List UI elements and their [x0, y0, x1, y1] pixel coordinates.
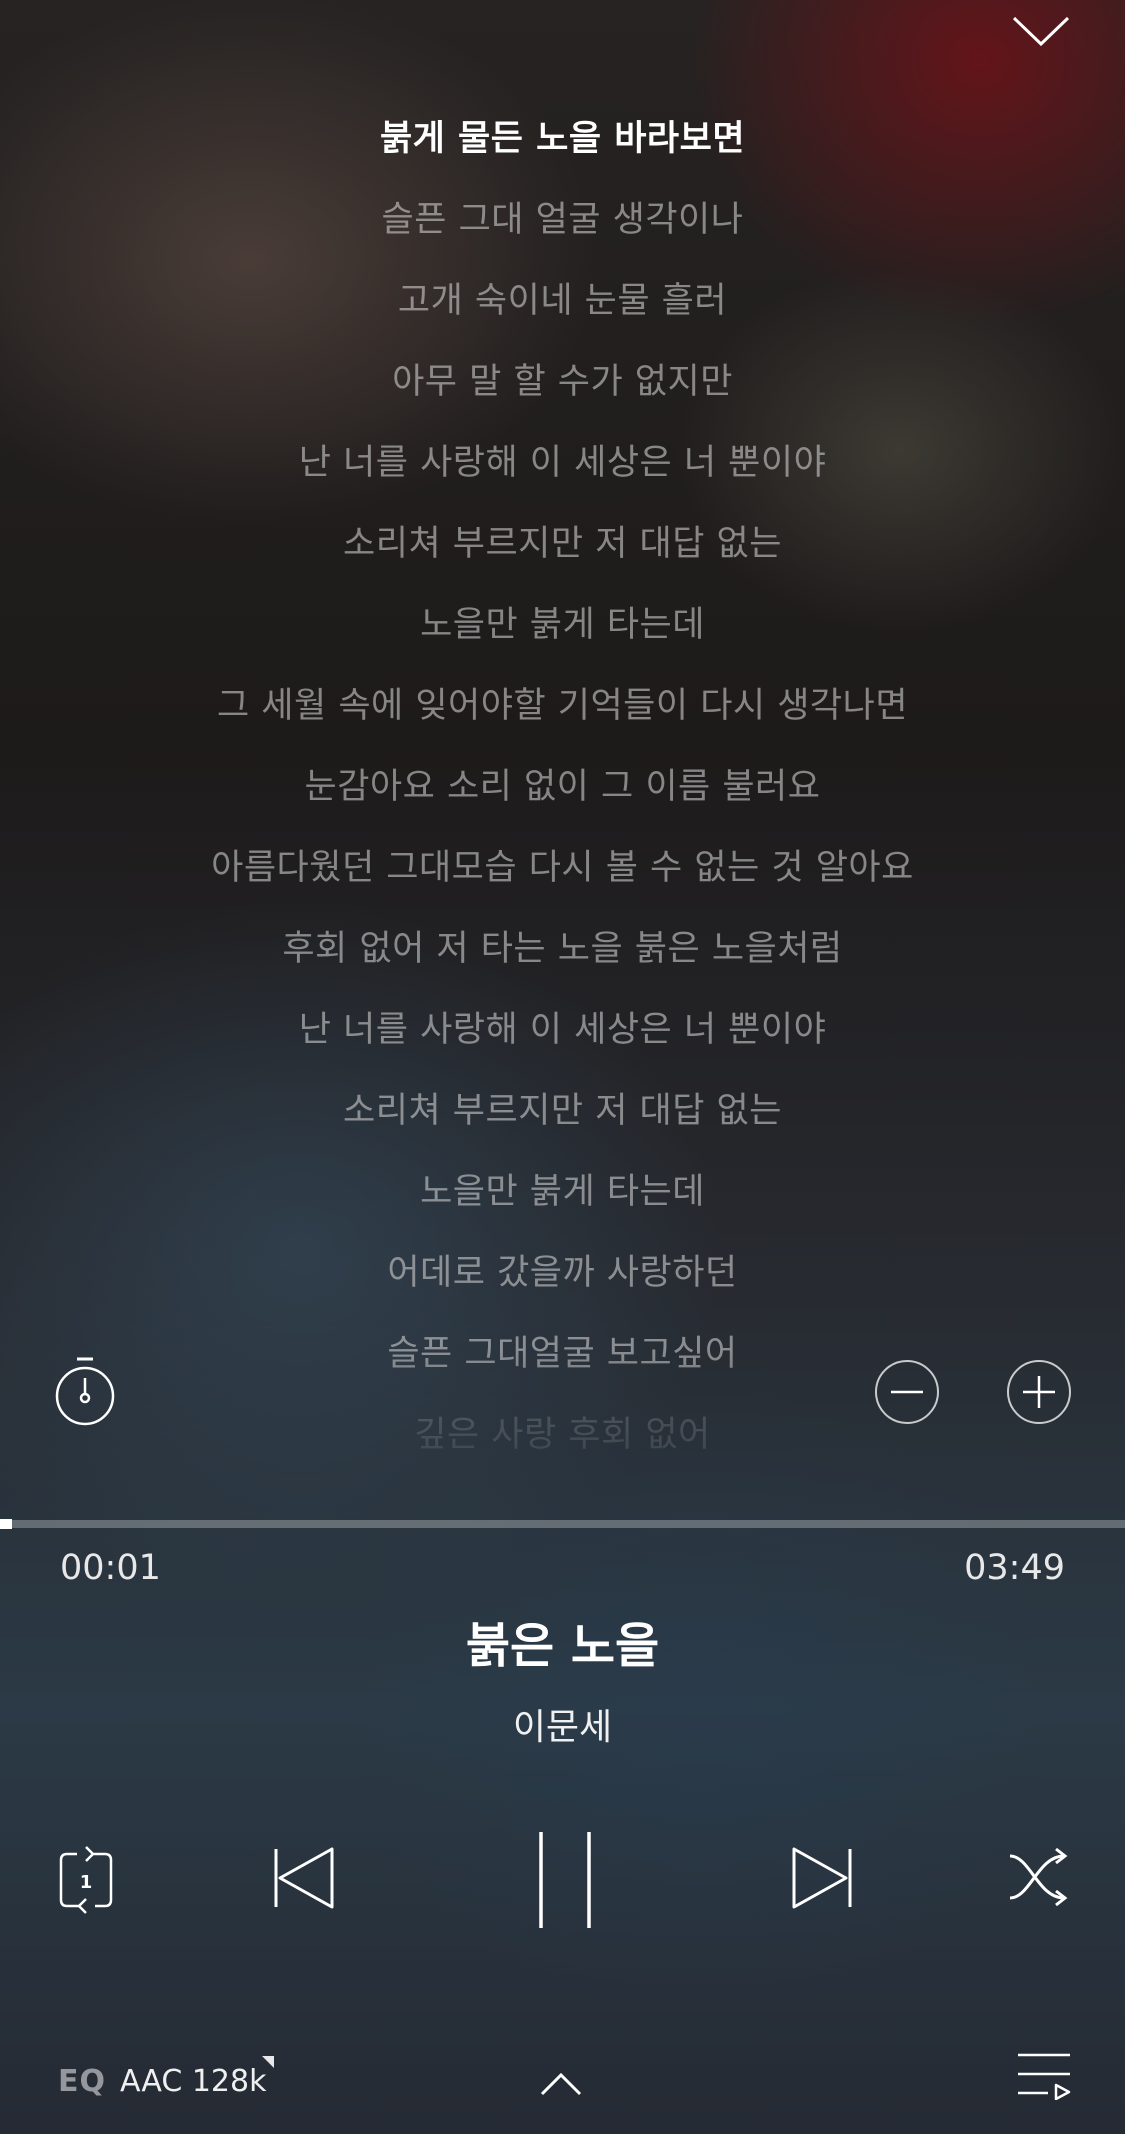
- playlist-icon: [1018, 2053, 1071, 2100]
- chevron-down-icon: [1012, 16, 1070, 47]
- shuffle-icon: [1009, 1847, 1068, 1907]
- collapse-button[interactable]: [1008, 8, 1074, 52]
- lyric-line[interactable]: 노을만 붉게 타는데: [0, 1163, 1125, 1214]
- shuffle-button[interactable]: [1008, 1846, 1070, 1908]
- lyric-line[interactable]: 후회 없어 저 타는 노을 붉은 노을처럼: [0, 920, 1125, 971]
- lyric-line[interactable]: 소리쳐 부르지만 저 대답 없는: [0, 515, 1125, 566]
- plus-circle-icon: [1007, 1360, 1071, 1424]
- skip-next-icon: [792, 1847, 852, 1909]
- progress-thumb[interactable]: [0, 1519, 12, 1529]
- lyric-line[interactable]: 소리쳐 부르지만 저 대답 없는: [0, 1082, 1125, 1133]
- lyrics-view[interactable]: 붉게 물든 노을 바라보면 슬픈 그대 얼굴 생각이나 고개 숙이네 눈물 흘러…: [0, 100, 1125, 1520]
- lyric-line[interactable]: 그 세월 속에 잊어야할 기억들이 다시 생각나면: [0, 677, 1125, 728]
- skip-previous-icon: [274, 1847, 334, 1909]
- lyric-line[interactable]: 깊은 사랑 후회 없어: [0, 1406, 1125, 1457]
- font-size-increase-button[interactable]: [1006, 1359, 1072, 1425]
- elapsed-time: 00:01: [60, 1548, 161, 1588]
- pause-icon: [539, 1832, 591, 1928]
- font-size-decrease-button[interactable]: [874, 1359, 940, 1425]
- total-time: 03:49: [964, 1548, 1065, 1588]
- repeat-button[interactable]: 1: [55, 1845, 117, 1917]
- sleep-timer-button[interactable]: [52, 1356, 118, 1432]
- quality-dropdown-indicator-icon: [262, 2056, 274, 2068]
- lyric-line[interactable]: 슬픈 그대 얼굴 생각이나: [0, 191, 1125, 242]
- lyric-line-current[interactable]: 붉게 물든 노을 바라보면: [0, 110, 1125, 161]
- song-title: 붉은 노을: [465, 1618, 660, 1674]
- repeat-badge: 1: [80, 1872, 93, 1893]
- next-button[interactable]: [790, 1846, 854, 1910]
- stopwatch-icon: [55, 1357, 115, 1426]
- audio-quality-button[interactable]: AAC 128k: [120, 2064, 266, 2099]
- previous-button[interactable]: [272, 1846, 336, 1910]
- lyric-line[interactable]: 아름다웠던 그대모습 다시 볼 수 없는 것 알아요: [0, 839, 1125, 890]
- lyric-line[interactable]: 어데로 갔을까 사랑하던: [0, 1244, 1125, 1295]
- pause-button[interactable]: [535, 1830, 595, 1930]
- lyric-line[interactable]: 노을만 붉게 타는데: [0, 596, 1125, 647]
- eq-button[interactable]: EQ: [58, 2064, 106, 2099]
- chevron-up-icon: [540, 2072, 582, 2096]
- minus-circle-icon: [875, 1360, 939, 1424]
- lyric-line[interactable]: 난 너를 사랑해 이 세상은 너 뿐이야: [0, 1001, 1125, 1052]
- lyric-line[interactable]: 슬픈 그대얼굴 보고싶어: [0, 1325, 1125, 1376]
- lyric-line[interactable]: 고개 숙이네 눈물 흘러: [0, 272, 1125, 323]
- progress-bar[interactable]: [0, 1520, 1125, 1528]
- lyric-line[interactable]: 난 너를 사랑해 이 세상은 너 뿐이야: [0, 434, 1125, 485]
- expand-button[interactable]: [538, 2068, 584, 2098]
- lyric-line[interactable]: 눈감아요 소리 없이 그 이름 불러요: [0, 758, 1125, 809]
- repeat-one-icon: 1: [59, 1846, 113, 1914]
- artist-name[interactable]: 이문세: [0, 1698, 1125, 1750]
- playlist-button[interactable]: [1016, 2052, 1072, 2100]
- lyric-line[interactable]: 아무 말 할 수가 없지만: [0, 353, 1125, 404]
